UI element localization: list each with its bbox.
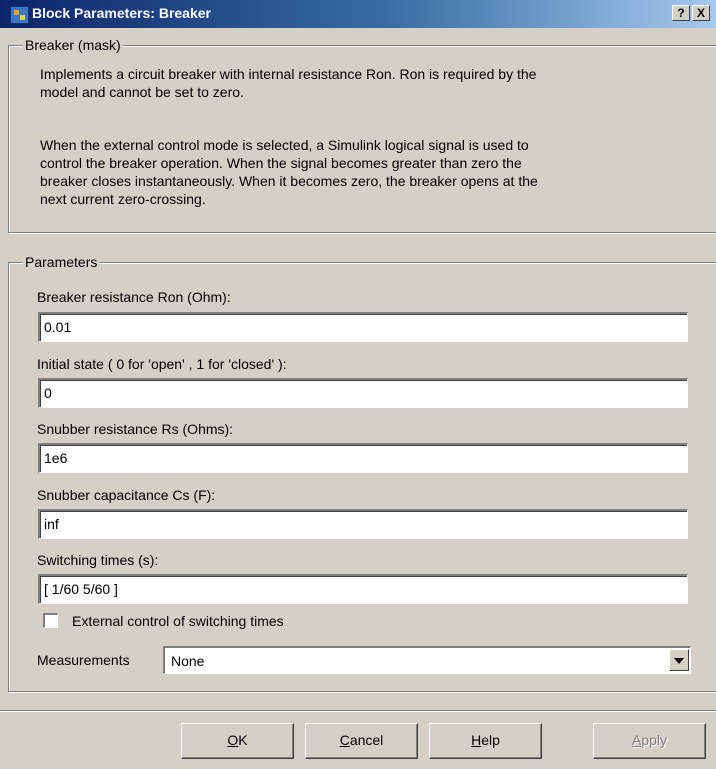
apply-mnemonic: A — [631, 732, 642, 748]
button-separator — [0, 710, 716, 712]
close-button[interactable]: X — [692, 5, 710, 21]
apply-label-rest: pply — [641, 732, 668, 748]
initial-state-label: Initial state ( 0 for 'open' , 1 for 'cl… — [37, 356, 287, 372]
description-line: Implements a circuit breaker with intern… — [40, 66, 537, 82]
breaker-resistance-label: Breaker resistance Ron (Ohm): — [37, 289, 231, 305]
parameters-group-label: Parameters — [23, 254, 100, 270]
cancel-label-rest: ancel — [349, 732, 384, 748]
simulink-block-icon — [10, 6, 29, 24]
apply-button[interactable]: Apply — [593, 723, 706, 759]
description-line: model and cannot be set to zero. — [40, 84, 244, 100]
ok-button[interactable]: OK — [181, 723, 294, 759]
switching-times-label: Switching times (s): — [37, 552, 159, 568]
help-mnemonic: H — [471, 732, 482, 748]
breaker-resistance-input[interactable]: 0.01 — [38, 312, 688, 342]
description-line: When the external control mode is select… — [40, 137, 529, 153]
cancel-mnemonic: C — [339, 732, 350, 748]
measurements-select[interactable]: None — [163, 646, 691, 674]
external-control-label[interactable]: External control of switching times — [72, 612, 284, 630]
ok-mnemonic: O — [227, 732, 239, 748]
snubber-capacitance-input[interactable]: inf — [38, 509, 688, 539]
snubber-capacitance-label: Snubber capacitance Cs (F): — [37, 487, 216, 503]
dropdown-arrow-icon[interactable] — [669, 649, 689, 671]
snubber-resistance-input[interactable]: 1e6 — [38, 443, 688, 473]
description-line: next current zero-crossing. — [40, 191, 206, 207]
cancel-button[interactable]: Cancel — [305, 723, 418, 759]
help-button[interactable]: Help — [429, 723, 542, 759]
measurements-label: Measurements — [37, 652, 130, 668]
context-help-button[interactable]: ? — [672, 5, 690, 21]
title-bar: Block Parameters: Breaker ? X — [0, 0, 716, 28]
mask-description-paragraph-2: When the external control mode is select… — [40, 136, 700, 208]
external-control-checkbox[interactable] — [43, 613, 58, 628]
initial-state-input[interactable]: 0 — [38, 378, 688, 408]
ok-label-rest: K — [238, 732, 248, 748]
description-line: control the breaker operation. When the … — [40, 155, 522, 171]
measurements-selected-value: None — [171, 653, 205, 669]
switching-times-input[interactable]: [ 1/60 5/60 ] — [38, 574, 688, 604]
help-label-rest: elp — [481, 732, 500, 748]
mask-description-paragraph-1: Implements a circuit breaker with intern… — [40, 65, 700, 101]
mask-group-label: Breaker (mask) — [23, 37, 123, 53]
window-title: Block Parameters: Breaker — [32, 5, 211, 21]
snubber-resistance-label: Snubber resistance Rs (Ohms): — [37, 421, 234, 437]
description-line: breaker closes instantaneously. When it … — [40, 173, 538, 189]
